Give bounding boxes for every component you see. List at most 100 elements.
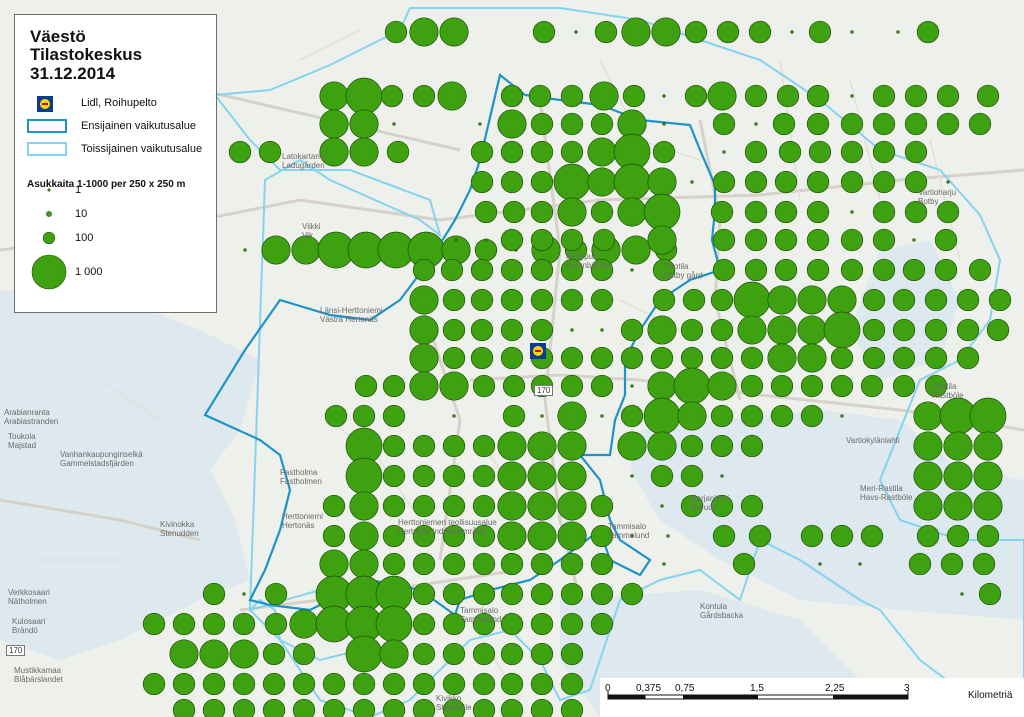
population-dot-322 (412, 552, 436, 576)
population-dot-49 (904, 84, 928, 108)
population-dot-357 (289, 609, 319, 639)
place-label: Vanhankaupunginselkä Gammelstadsfjärden (60, 450, 143, 468)
population-dot-65 (806, 112, 830, 136)
population-dot-315 (860, 524, 884, 548)
population-dot-70 (968, 112, 992, 136)
place-label: Tammisalo Tammelund (460, 606, 502, 624)
population-dot-338 (264, 582, 288, 606)
population-dot-210 (924, 346, 948, 370)
population-dot-91 (500, 170, 524, 194)
population-dot-360 (375, 605, 413, 643)
population-dot-220 (590, 374, 614, 398)
place-label: Latokartano Ladugården (282, 152, 325, 170)
population-dot-326 (530, 552, 554, 576)
scale-bar: 0 0,375 0,75 1,5 2,25 3 Kilometriä (600, 678, 1024, 717)
population-dot-175 (470, 318, 494, 342)
population-dot-89 (904, 140, 928, 164)
population-dot-67 (872, 112, 896, 136)
population-dot-319 (319, 549, 349, 579)
population-dot-23 (684, 20, 708, 44)
population-dot-342 (412, 582, 436, 606)
population-dot-101 (806, 170, 830, 194)
population-dot-216 (472, 374, 496, 398)
population-dot-234 (382, 404, 406, 428)
population-dot-103 (872, 170, 896, 194)
population-dot-297 (943, 491, 973, 521)
population-dot-17 (439, 17, 469, 47)
population-dot-192 (986, 318, 1010, 342)
population-dot-24 (716, 20, 740, 44)
population-map[interactable]: Latokartano Ladugården Viikki Vik Länsi-Hert… (0, 0, 1024, 717)
population-dot-69 (936, 112, 960, 136)
population-dot-2 (291, 235, 321, 265)
population-dot-107 (502, 200, 526, 224)
population-dot-13 (621, 235, 651, 265)
population-dot-115 (774, 200, 798, 224)
population-dot-99 (744, 170, 768, 194)
place-label: Herttoniemen teollisuusalue Hertonäs indu… (398, 518, 497, 536)
population-dot-47 (850, 94, 854, 98)
population-dot-242 (677, 401, 707, 431)
place-label: Vartiokylänlahti (846, 436, 900, 445)
population-dot-152 (934, 258, 958, 282)
population-dot-93 (553, 163, 591, 201)
population-dot-131 (806, 228, 830, 252)
population-dot-106 (474, 200, 498, 224)
population-dot-292 (660, 504, 664, 508)
place-label: Verkkosaari Nätholmen (8, 588, 50, 606)
population-dot-278 (720, 474, 724, 478)
population-dot-102 (840, 170, 864, 194)
population-dot-78 (530, 140, 554, 164)
population-dot-31 (319, 81, 349, 111)
population-dot-146 (744, 258, 768, 282)
population-dot-92 (530, 170, 554, 194)
population-dot-46 (806, 84, 830, 108)
population-dot-260 (647, 431, 677, 461)
road-number-label: 170 (6, 645, 26, 656)
population-dot-181 (647, 315, 677, 345)
population-dot-113 (710, 200, 734, 224)
population-dot-183 (710, 318, 734, 342)
population-dot-170 (924, 288, 948, 312)
population-dot-149 (840, 258, 864, 282)
population-dot-162 (682, 288, 706, 312)
population-dot-8 (474, 238, 498, 262)
population-dot-143 (630, 268, 634, 272)
legend-dot-1000 (31, 254, 67, 290)
population-dot-257 (527, 431, 557, 461)
population-dot-128 (712, 228, 736, 252)
population-dot-350 (960, 592, 964, 596)
population-dot-334 (940, 552, 964, 576)
population-dot-137 (440, 258, 464, 282)
population-dot-402 (352, 698, 376, 717)
population-dot-209 (892, 346, 916, 370)
population-dot-273 (527, 461, 557, 491)
population-dot-317 (946, 524, 970, 548)
population-dot-237 (540, 414, 544, 418)
population-dot-221 (630, 384, 634, 388)
population-dot-230 (892, 374, 916, 398)
population-dot-191 (956, 318, 980, 342)
population-dot-224 (707, 371, 737, 401)
population-dot-345 (500, 582, 524, 606)
place-label: Puotila Botby gård (664, 262, 703, 280)
population-dot-136 (412, 258, 436, 282)
population-dot-179 (600, 328, 604, 332)
lidl-store-icon[interactable] (530, 343, 546, 359)
population-dot-255 (472, 434, 496, 458)
population-dot-222 (647, 371, 677, 401)
scale-tick-075: 0,75 (675, 683, 695, 694)
scale-bar-graphic (607, 691, 909, 700)
population-dot-348 (590, 582, 614, 606)
population-dot-406 (472, 698, 496, 717)
population-dot-76 (470, 140, 494, 164)
population-dot-295 (740, 494, 764, 518)
population-dot-30 (916, 20, 940, 44)
population-dot-403 (382, 698, 406, 717)
population-dot-349 (620, 582, 644, 606)
legend-dot-symbols (31, 188, 67, 290)
population-dot-77 (500, 140, 524, 164)
population-dot-361 (412, 612, 436, 636)
population-dot-287 (472, 494, 496, 518)
legend-dot-1 (47, 188, 51, 192)
